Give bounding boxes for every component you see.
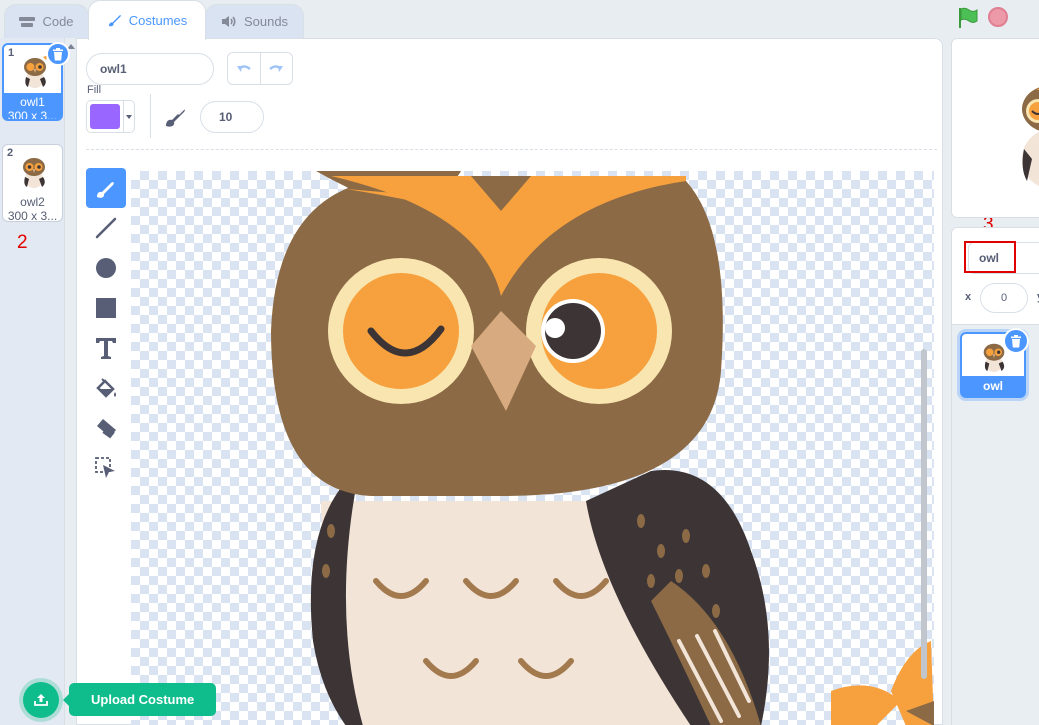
trash-icon — [1011, 334, 1021, 347]
rectangle-tool[interactable] — [86, 288, 126, 328]
undo-button[interactable] — [228, 53, 261, 84]
rectangle-icon — [96, 298, 116, 318]
brush-size-icon — [163, 103, 189, 134]
costume-number: 2 — [7, 147, 14, 159]
tab-costumes-label: Costumes — [128, 13, 188, 28]
section-divider — [86, 149, 937, 150]
costume-list: 1 owl1 300 x 3... 2 owl2 300 x 3... — [0, 38, 65, 725]
upload-costume-button[interactable] — [23, 682, 59, 718]
redo-button[interactable] — [261, 53, 293, 84]
annotation-two: 2 — [17, 232, 28, 253]
line-tool[interactable] — [86, 208, 126, 248]
costume-tile-owl2[interactable]: 2 owl2 300 x 3... — [2, 144, 63, 222]
select-icon — [95, 457, 115, 478]
tab-costumes[interactable]: Costumes — [88, 0, 206, 40]
canvas-scrollbar[interactable] — [921, 349, 927, 679]
tab-code-label: Code — [42, 14, 74, 29]
owl-thumbnail — [23, 158, 45, 188]
eraser-icon — [97, 419, 116, 439]
brush-tool[interactable] — [86, 168, 126, 208]
eraser-tool[interactable] — [86, 408, 126, 448]
delete-costume-button[interactable] — [46, 42, 70, 66]
fill-color-picker[interactable] — [86, 100, 135, 133]
delete-sprite-button[interactable] — [1003, 328, 1029, 354]
circle-icon — [96, 258, 116, 278]
chevron-down-icon — [123, 101, 134, 132]
sprite-tile-name: owl — [983, 379, 1003, 393]
paint-editor: Fill — [76, 38, 943, 725]
undo-icon — [236, 64, 251, 72]
stage-owl — [1022, 87, 1039, 187]
green-flag-icon[interactable] — [956, 6, 980, 35]
brush-size-input[interactable] — [200, 101, 264, 133]
sprite-list: owl — [951, 325, 1039, 725]
paint-toolbar — [86, 168, 128, 488]
annotation-highlight-box — [964, 241, 1016, 273]
fill-color-swatch — [90, 104, 120, 129]
stop-icon[interactable] — [988, 7, 1008, 27]
select-tool[interactable] — [86, 448, 126, 488]
tab-code[interactable]: Code — [4, 4, 89, 38]
editor-tabs: Code Costumes Sounds — [0, 0, 950, 40]
paint-bucket-icon — [96, 378, 116, 398]
fill-label: Fill — [87, 84, 102, 96]
brush-icon — [97, 182, 114, 198]
stage-preview[interactable] — [951, 38, 1039, 218]
line-icon — [95, 217, 117, 239]
costume-number: 1 — [8, 47, 15, 59]
x-position-input[interactable]: 0 — [980, 283, 1028, 313]
paintbrush-icon — [107, 13, 122, 28]
upload-costume-tooltip[interactable]: Upload Costume — [62, 683, 217, 716]
fill-tool[interactable] — [86, 368, 126, 408]
costume-name-input[interactable] — [86, 53, 214, 85]
tab-sounds[interactable]: Sounds — [205, 4, 304, 38]
circle-tool[interactable] — [86, 248, 126, 288]
costume-size: 300 x 3... — [7, 109, 58, 121]
text-tool[interactable] — [86, 328, 126, 368]
costume-name: owl2 — [20, 195, 45, 209]
upload-icon — [34, 694, 48, 706]
drawing-canvas[interactable] — [131, 171, 934, 725]
trash-icon — [53, 47, 63, 60]
code-blocks-icon — [19, 16, 36, 28]
undo-redo-group — [227, 52, 293, 85]
costume-size: 300 x 3... — [7, 209, 58, 222]
speaker-icon — [221, 15, 237, 28]
text-icon — [96, 338, 116, 359]
x-label: x — [965, 291, 972, 303]
costume-name: owl1 — [20, 95, 45, 109]
toolbar-divider — [150, 94, 151, 138]
owl-artwork — [271, 171, 934, 725]
redo-icon — [269, 64, 284, 72]
tab-sounds-label: Sounds — [243, 14, 289, 29]
